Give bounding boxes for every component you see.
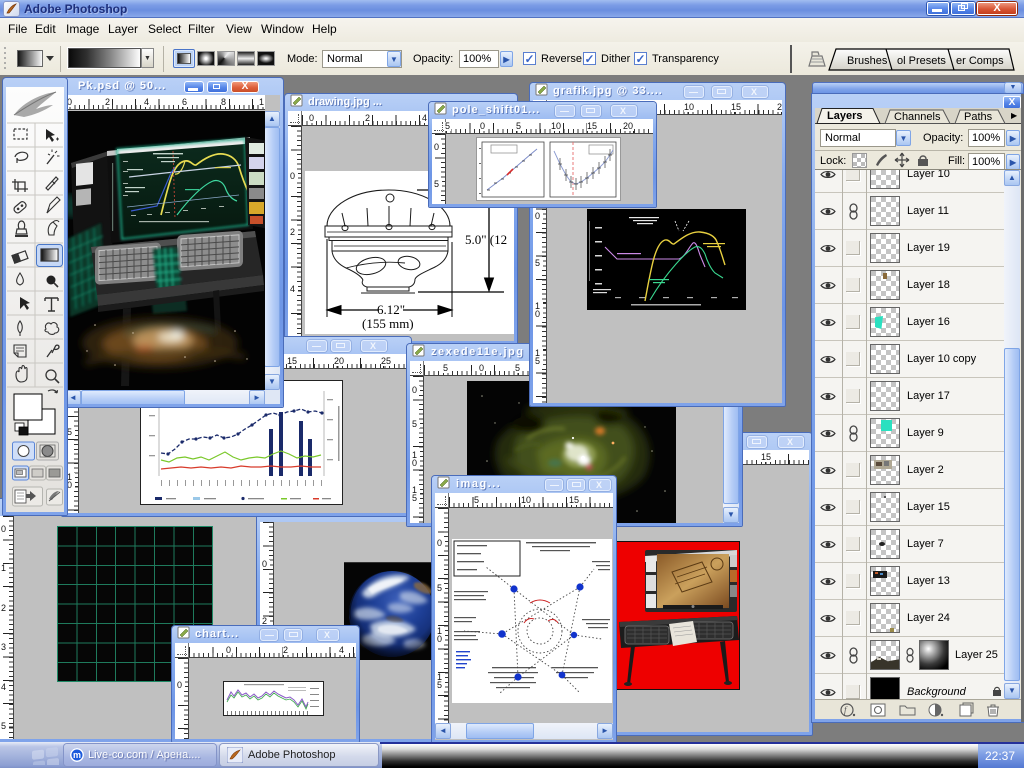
- svg-text:(155 mm): (155 mm): [362, 316, 414, 331]
- svg-text:6.12": 6.12": [377, 302, 405, 317]
- svg-text:f: f: [844, 705, 848, 715]
- svg-text:5.0" (12: 5.0" (12: [465, 232, 507, 247]
